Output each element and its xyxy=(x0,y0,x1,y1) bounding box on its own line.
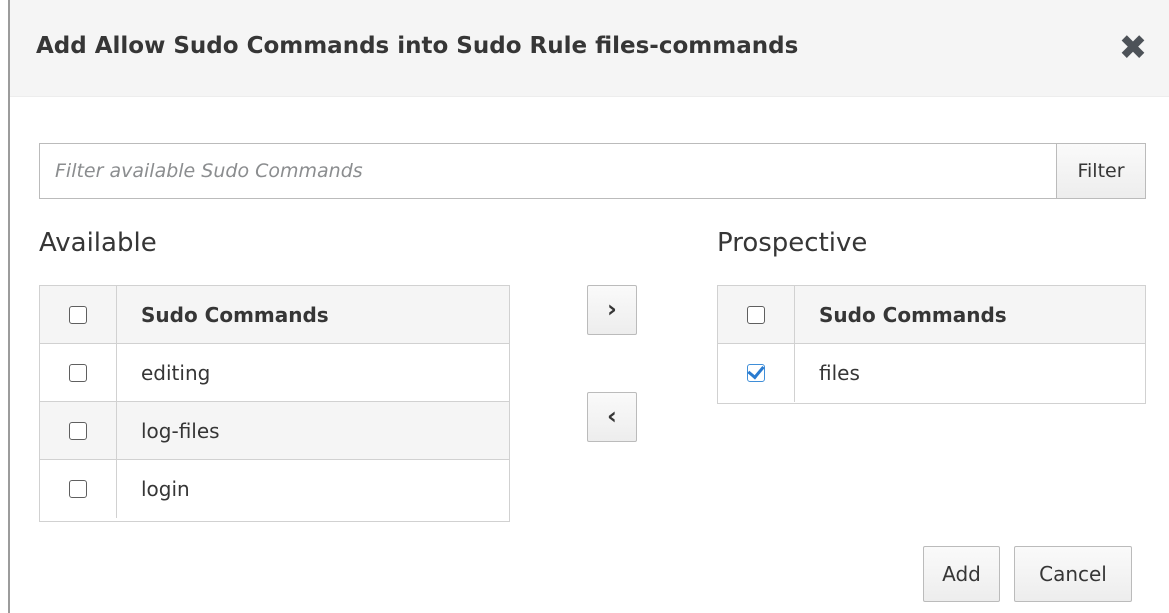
table-header-row: Sudo Commands xyxy=(718,286,1145,344)
available-table: Sudo Commands editing log-files login xyxy=(39,285,510,522)
prospective-label: Prospective xyxy=(717,228,868,258)
dialog: Add Allow Sudo Commands into Sudo Rule f… xyxy=(8,0,1169,613)
row-checkbox-checked[interactable] xyxy=(747,364,765,382)
table-row[interactable]: editing xyxy=(40,344,509,402)
dialog-header: Add Allow Sudo Commands into Sudo Rule f… xyxy=(10,0,1169,97)
row-checkbox[interactable] xyxy=(69,363,87,382)
row-check-cell xyxy=(718,344,795,402)
row-label: login xyxy=(141,477,190,501)
filter-button[interactable]: Filter xyxy=(1056,144,1145,198)
move-left-button[interactable]: ‹ xyxy=(587,392,637,442)
select-all-cell xyxy=(718,286,795,343)
row-label: files xyxy=(819,361,860,385)
chevron-right-icon: › xyxy=(607,295,617,323)
available-select-all-checkbox[interactable] xyxy=(69,305,87,324)
row-label: log-files xyxy=(141,418,220,443)
cancel-button[interactable]: Cancel xyxy=(1014,546,1132,602)
table-row[interactable]: files xyxy=(718,344,1145,402)
row-label: editing xyxy=(141,360,211,385)
select-all-cell xyxy=(40,286,117,343)
row-check-cell xyxy=(40,344,117,401)
close-icon[interactable]: ✖ xyxy=(1115,30,1151,66)
row-check-cell xyxy=(40,460,117,518)
row-checkbox[interactable] xyxy=(69,421,87,440)
row-checkbox[interactable] xyxy=(69,480,87,498)
table-row[interactable]: log-files xyxy=(40,402,509,460)
filter-bar: Filter xyxy=(39,143,1146,199)
table-header-row: Sudo Commands xyxy=(40,286,509,344)
table-row[interactable]: login xyxy=(40,460,509,518)
chevron-left-icon: ‹ xyxy=(607,402,617,430)
column-header: Sudo Commands xyxy=(819,302,1007,327)
filter-input[interactable] xyxy=(40,144,1056,198)
row-check-cell xyxy=(40,402,117,459)
column-header: Sudo Commands xyxy=(141,302,329,327)
prospective-select-all-checkbox[interactable] xyxy=(747,305,765,324)
prospective-table: Sudo Commands files xyxy=(717,285,1146,404)
dialog-title: Add Allow Sudo Commands into Sudo Rule f… xyxy=(36,33,799,59)
add-button[interactable]: Add xyxy=(923,546,1000,602)
available-label: Available xyxy=(39,228,157,258)
move-right-button[interactable]: › xyxy=(587,285,637,335)
